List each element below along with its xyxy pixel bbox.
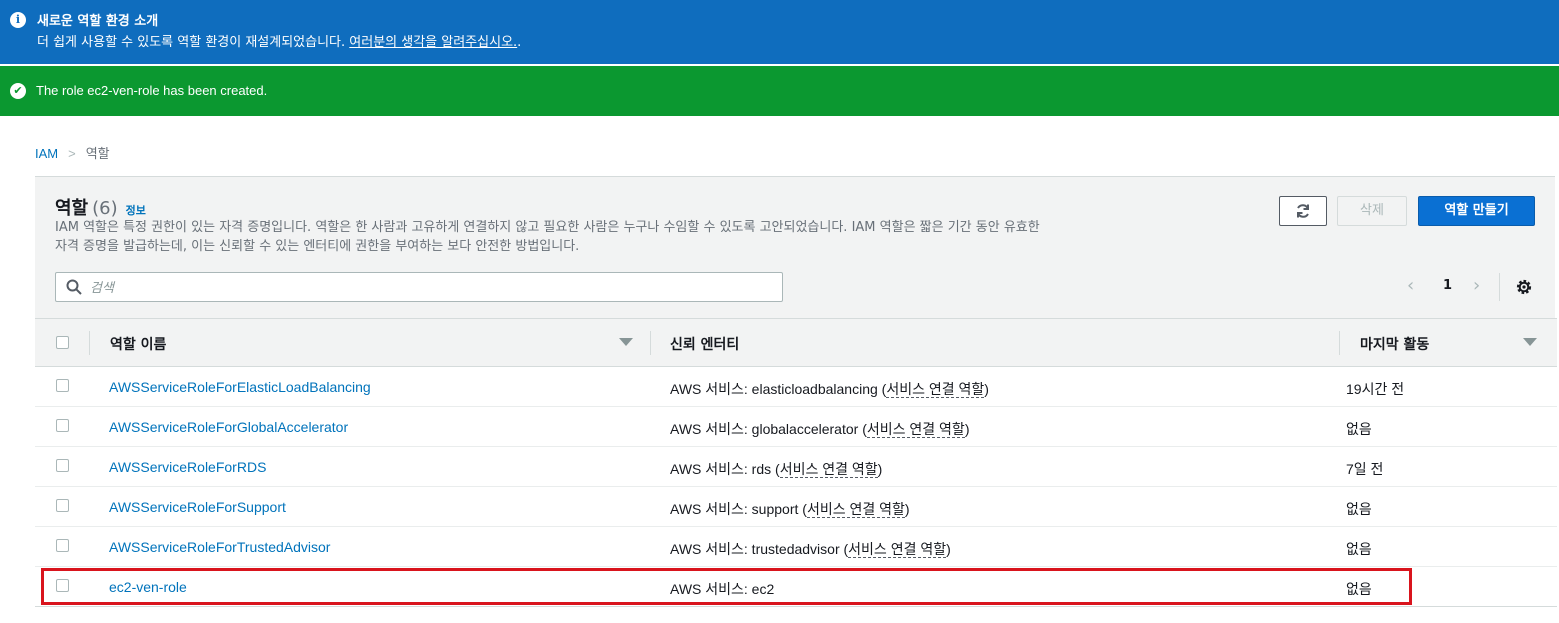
breadcrumb-separator-icon: > bbox=[68, 146, 76, 161]
trusted-entity-text: AWS 서비스: trustedadvisor ( bbox=[670, 541, 849, 557]
breadcrumb: IAM > 역할 bbox=[35, 143, 110, 162]
trusted-entity-text: AWS 서비스: rds ( bbox=[670, 461, 780, 477]
column-header-trusted-entity[interactable]: 신뢰 엔터티 bbox=[670, 334, 739, 354]
trusted-entity-suffix: ) bbox=[964, 421, 970, 437]
page-title: 역할 (6) 정보 bbox=[55, 194, 146, 220]
breadcrumb-iam[interactable]: IAM bbox=[35, 146, 58, 161]
service-linked-role-tooltip[interactable]: 서비스 연결 역할 bbox=[866, 421, 965, 438]
info-banner-text: 더 쉽게 사용할 수 있도록 역할 환경이 재설계되었습니다. bbox=[37, 35, 350, 50]
select-all-checkbox[interactable] bbox=[56, 336, 69, 349]
sort-down-icon[interactable] bbox=[1523, 338, 1537, 346]
page-title-text: 역할 bbox=[55, 198, 89, 219]
trusted-entity-text: AWS 서비스: support ( bbox=[670, 501, 807, 517]
success-message: The role ec2-ven-role has been created. bbox=[36, 83, 268, 98]
row-checkbox[interactable] bbox=[56, 499, 69, 512]
breadcrumb-current: 역할 bbox=[85, 146, 110, 161]
table-row[interactable]: AWSServiceRoleForSupport AWS 서비스: suppor… bbox=[35, 487, 1557, 527]
row-checkbox[interactable] bbox=[56, 459, 69, 472]
role-name-link[interactable]: AWSServiceRoleForRDS bbox=[109, 459, 266, 475]
info-banner-description: 더 쉽게 사용할 수 있도록 역할 환경이 재설계되었습니다. 여러분의 생각을… bbox=[37, 31, 521, 50]
highlight-annotation bbox=[41, 568, 1412, 605]
role-count: (6) bbox=[92, 198, 118, 219]
info-icon: i bbox=[10, 12, 26, 28]
table-bottom-border bbox=[35, 606, 1557, 607]
column-header-last-activity[interactable]: 마지막 활동 bbox=[1360, 334, 1429, 354]
search-input[interactable] bbox=[90, 276, 770, 298]
role-name-link[interactable]: AWSServiceRoleForGlobalAccelerator bbox=[109, 419, 348, 435]
role-name-link[interactable]: AWSServiceRoleForSupport bbox=[109, 499, 286, 515]
sort-down-icon[interactable] bbox=[619, 338, 633, 346]
trusted-entity-suffix: ) bbox=[877, 461, 883, 477]
last-activity: 없음 bbox=[1346, 421, 1372, 437]
column-divider bbox=[89, 331, 90, 355]
column-header-role-name[interactable]: 역할 이름 bbox=[110, 334, 166, 354]
service-linked-role-tooltip[interactable]: 서비스 연결 역할 bbox=[806, 501, 905, 518]
trusted-entity-suffix: ) bbox=[984, 381, 989, 397]
info-banner: i 새로운 역할 환경 소개 더 쉽게 사용할 수 있도록 역할 환경이 재설계… bbox=[0, 0, 1559, 64]
table-row[interactable]: AWSServiceRoleForGlobalAccelerator AWS 서… bbox=[35, 407, 1557, 447]
table-row[interactable]: AWSServiceRoleForElasticLoadBalancing AW… bbox=[35, 367, 1557, 407]
trusted-entity-suffix: ) bbox=[904, 501, 910, 517]
check-circle-icon: ✔ bbox=[10, 83, 26, 99]
table-row[interactable]: AWSServiceRoleForRDS AWS 서비스: rds (서비스 연… bbox=[35, 447, 1557, 487]
trusted-entity: AWS 서비스: elasticloadbalancing (서비스 연결 역할… bbox=[670, 379, 989, 399]
info-banner-suffix: . bbox=[517, 35, 522, 50]
trusted-entity: AWS 서비스: support (서비스 연결 역할) bbox=[670, 499, 910, 519]
trusted-entity-text: AWS 서비스: globalaccelerator ( bbox=[670, 421, 867, 437]
search-box[interactable] bbox=[55, 272, 783, 302]
refresh-button[interactable] bbox=[1279, 196, 1327, 226]
role-name-link[interactable]: AWSServiceRoleForTrustedAdvisor bbox=[109, 539, 330, 555]
row-checkbox[interactable] bbox=[56, 379, 69, 392]
pagination-prev-icon[interactable]: ‹ bbox=[1407, 275, 1414, 296]
trusted-entity-text: AWS 서비스: elasticloadbalancing ( bbox=[670, 381, 887, 397]
table-header: 역할 이름 신뢰 엔터티 마지막 활동 bbox=[35, 318, 1557, 367]
trusted-entity: AWS 서비스: rds (서비스 연결 역할) bbox=[670, 459, 882, 479]
service-linked-role-tooltip[interactable]: 서비스 연결 역할 bbox=[848, 541, 947, 558]
refresh-icon bbox=[1297, 204, 1309, 218]
pagination-divider bbox=[1499, 273, 1500, 301]
search-icon bbox=[66, 279, 82, 295]
pagination-page-number[interactable]: 1 bbox=[1443, 278, 1452, 293]
last-activity: 없음 bbox=[1346, 501, 1372, 517]
column-divider bbox=[650, 331, 651, 355]
info-link[interactable]: 정보 bbox=[126, 204, 146, 217]
last-activity: 없음 bbox=[1346, 541, 1372, 557]
gear-icon[interactable] bbox=[1515, 278, 1533, 296]
service-linked-role-tooltip[interactable]: 서비스 연결 역할 bbox=[886, 381, 985, 398]
panel-description: IAM 역할은 특정 권한이 있는 자격 증명입니다. 역할은 한 사람과 고유… bbox=[55, 220, 1040, 254]
trusted-entity: AWS 서비스: trustedadvisor (서비스 연결 역할) bbox=[670, 539, 951, 559]
create-role-button[interactable]: 역할 만들기 bbox=[1418, 196, 1535, 226]
column-divider bbox=[1339, 331, 1340, 355]
trusted-entity-suffix: ) bbox=[946, 541, 951, 557]
last-activity: 7일 전 bbox=[1346, 461, 1384, 477]
service-linked-role-tooltip[interactable]: 서비스 연결 역할 bbox=[779, 461, 878, 478]
delete-button[interactable]: 삭제 bbox=[1337, 196, 1407, 226]
roles-panel-header: 역할 (6) 정보 IAM 역할은 특정 권한이 있는 자격 증명입니다. 역할은 … bbox=[35, 177, 1555, 318]
info-banner-title: 새로운 역할 환경 소개 bbox=[37, 14, 159, 29]
role-name-link[interactable]: AWSServiceRoleForElasticLoadBalancing bbox=[109, 379, 371, 395]
table-row[interactable]: AWSServiceRoleForTrustedAdvisor AWS 서비스:… bbox=[35, 527, 1557, 567]
row-checkbox[interactable] bbox=[56, 419, 69, 432]
row-checkbox[interactable] bbox=[56, 539, 69, 552]
pagination-next-icon[interactable]: › bbox=[1473, 275, 1480, 296]
feedback-link[interactable]: 여러분의 생각을 알려주십시오. bbox=[349, 35, 517, 50]
trusted-entity: AWS 서비스: globalaccelerator (서비스 연결 역할) bbox=[670, 419, 969, 439]
last-activity: 19시간 전 bbox=[1346, 381, 1405, 397]
success-banner: ✔ The role ec2-ven-role has been created… bbox=[0, 66, 1559, 116]
